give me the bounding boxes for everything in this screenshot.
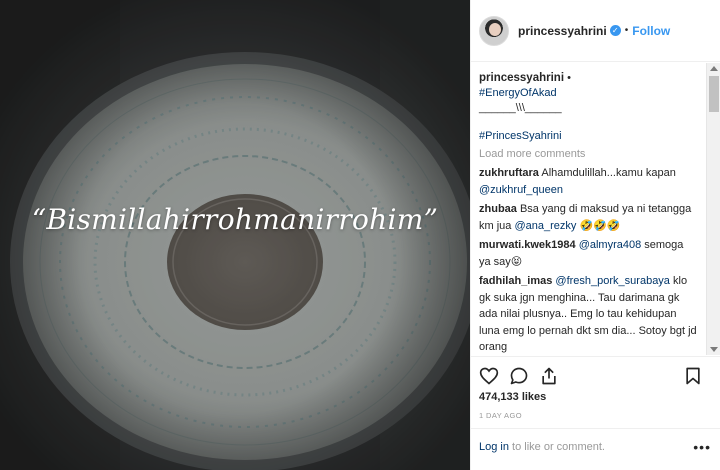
post-header: princessyahrini ✓ • Follow	[471, 0, 720, 62]
comments-scrollbar[interactable]	[706, 63, 720, 355]
login-link[interactable]: Log in	[479, 441, 509, 453]
scroll-down-arrow-icon[interactable]	[710, 347, 718, 352]
caption-username[interactable]: princessyahrini	[479, 72, 564, 84]
bookmark-icon[interactable]	[683, 366, 703, 386]
comment-username[interactable]: fadhilah_imas	[479, 275, 552, 287]
comment-username[interactable]: zukhruftara	[479, 167, 539, 179]
comment-mention[interactable]: @fresh_pork_surabaya	[555, 275, 670, 287]
heart-icon[interactable]	[479, 366, 499, 386]
likes-count[interactable]: 474,133 likes	[479, 391, 546, 403]
scrollbar-thumb[interactable]	[709, 76, 719, 112]
comment-mention[interactable]: @almyra408	[579, 239, 642, 251]
comment-username[interactable]: zhubaa	[479, 203, 517, 215]
instagram-post: “Bismillahirrohmanirrohim” princessyahri…	[0, 0, 720, 470]
comment-username[interactable]: murwati.kwek1984	[479, 239, 576, 251]
comment-item: murwati.kwek1984 @almyra408 semoga ya sa…	[479, 237, 697, 270]
comment-item: fadhilah_imas @fresh_pork_surabaya klo g…	[479, 273, 697, 355]
comment-text: Alhamdulillah...kamu kapan	[538, 167, 676, 179]
comment-mention[interactable]: @zukhruf_queen	[479, 184, 563, 196]
comment-text: 🤣🤣🤣	[576, 219, 621, 232]
scroll-up-arrow-icon[interactable]	[710, 66, 718, 71]
follow-button[interactable]: Follow	[632, 24, 670, 38]
post-image[interactable]: “Bismillahirrohmanirrohim”	[0, 0, 470, 470]
share-icon[interactable]	[539, 366, 559, 386]
header-separator: •	[624, 25, 629, 36]
comment-item: zhubaa Bsa yang di maksud ya ni tetangga…	[479, 201, 697, 234]
comment-items: zukhruftara Alhamdulillah...kamu kapan @…	[479, 165, 697, 355]
comment-mention[interactable]: @ana_rezky	[514, 220, 576, 232]
post-timestamp[interactable]: 1 DAY AGO	[479, 411, 522, 420]
action-bar	[471, 356, 720, 394]
post-sidebar: princessyahrini ✓ • Follow princessyahri…	[470, 0, 720, 470]
comment-item: zukhruftara Alhamdulillah...kamu kapan @…	[479, 165, 697, 198]
caption: princessyahrini • #EnergyOfAkad ______\\…	[479, 70, 697, 144]
caption-hashtag-2[interactable]: #PrincesSyahrini	[479, 129, 697, 144]
header-username[interactable]: princessyahrini	[518, 24, 607, 38]
comment-icon[interactable]	[509, 366, 529, 386]
caption-hashtag-1[interactable]: #EnergyOfAkad	[479, 86, 697, 101]
caption-divider: ______\\\______	[479, 102, 562, 114]
image-overlay-text: “Bismillahirrohmanirrohim”	[31, 203, 439, 236]
login-prompt-text: to like or comment.	[508, 441, 605, 453]
caption-suffix: •	[567, 72, 571, 84]
avatar[interactable]	[479, 15, 509, 46]
more-options-icon[interactable]: •••	[693, 439, 711, 455]
comments-list[interactable]: princessyahrini • #EnergyOfAkad ______\\…	[471, 63, 720, 355]
load-more-comments-button[interactable]: Load more comments	[479, 146, 697, 162]
login-prompt: Log in to like or comment. •••	[471, 428, 720, 470]
verified-badge-icon: ✓	[609, 25, 621, 36]
